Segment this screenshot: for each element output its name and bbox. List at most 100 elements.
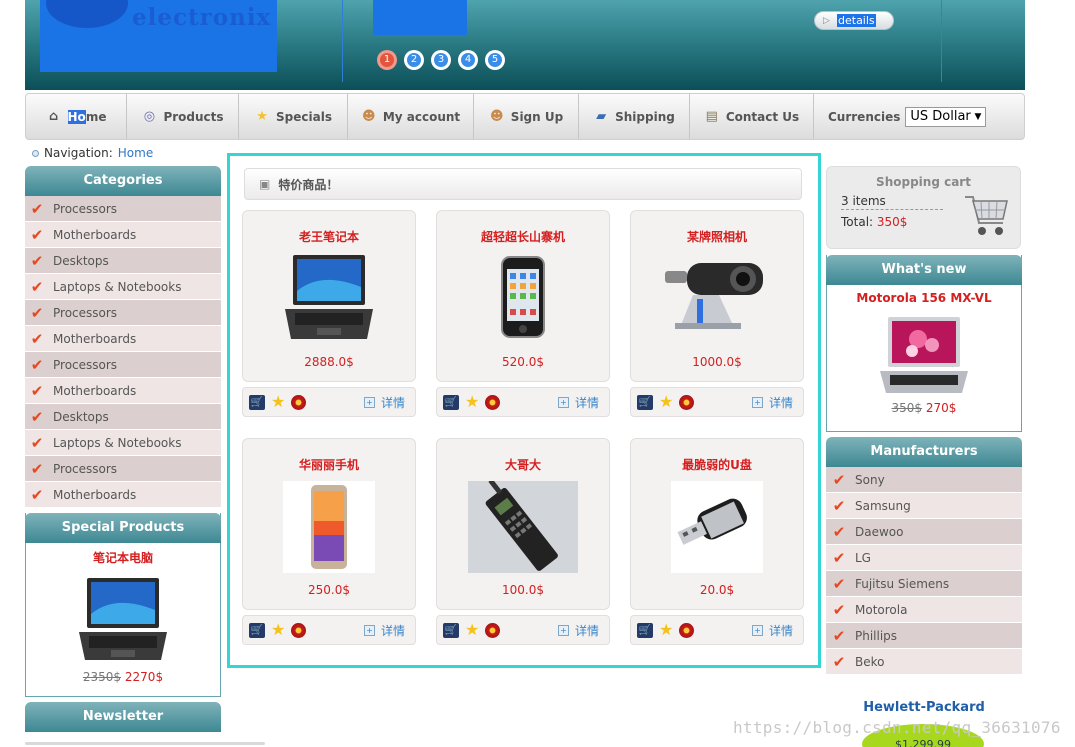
category-item[interactable]: ✔ Processors — [25, 300, 221, 326]
add-to-cart-icon[interactable]: 🛒 — [249, 394, 265, 410]
add-to-cart-icon[interactable]: 🛒 — [443, 394, 459, 410]
add-to-cart-icon[interactable]: 🛒 — [443, 622, 459, 638]
product-name[interactable]: 某牌照相机 — [631, 228, 803, 245]
category-item[interactable]: ✔ Laptops & Notebooks — [25, 274, 221, 300]
manufacturer-label: Fujitsu Siemens — [855, 576, 950, 591]
site-logo[interactable]: electronix — [40, 0, 277, 72]
nav-contact-us[interactable]: ▤ Contact Us — [690, 94, 814, 139]
shopping-cart-title[interactable]: Shopping cart — [827, 175, 1020, 189]
manufacturer-item[interactable]: ✔ Beko — [826, 649, 1022, 675]
nav-home-label: Home — [67, 109, 106, 124]
category-item[interactable]: ✔ Processors — [25, 456, 221, 482]
details-label: 详情 — [768, 395, 793, 410]
product-name[interactable]: 最脆弱的U盘 — [631, 456, 803, 473]
product-image[interactable] — [500, 255, 546, 342]
nav-products[interactable]: ◎ Products — [127, 94, 239, 139]
manufacturer-item[interactable]: ✔ Samsung — [826, 493, 1022, 519]
favorite-star-icon[interactable]: ★ — [465, 622, 479, 638]
whats-new-product-name[interactable]: Motorola 156 MX-VL — [827, 291, 1021, 305]
details-button[interactable]: ▷ details — [814, 11, 894, 30]
product-name[interactable]: 大哥大 — [437, 456, 609, 473]
category-item[interactable]: ✔ Desktops — [25, 404, 221, 430]
special-product-name[interactable]: 笔记本电脑 — [26, 549, 220, 566]
rose-icon[interactable] — [291, 622, 307, 638]
rose-icon[interactable] — [679, 622, 695, 638]
slide-dot-1[interactable]: 1 — [377, 50, 397, 70]
dropdown-arrow-icon: ▼ — [974, 111, 982, 122]
nav-sign-up[interactable]: ☻ Sign Up — [474, 94, 579, 139]
manufacturer-item[interactable]: ✔ Fujitsu Siemens — [826, 571, 1022, 597]
rose-icon[interactable] — [679, 394, 695, 410]
add-to-cart-icon[interactable]: 🛒 — [637, 394, 653, 410]
category-item[interactable]: ✔ Motherboards — [25, 482, 221, 508]
nav-home[interactable]: ⌂ Home — [26, 94, 127, 139]
product-name[interactable]: 华丽丽手机 — [243, 456, 415, 473]
product-image[interactable] — [468, 478, 578, 576]
details-icon: + — [751, 624, 763, 636]
category-item[interactable]: ✔ Desktops — [25, 248, 221, 274]
details-link[interactable]: + 详情 — [363, 394, 405, 411]
add-to-cart-icon[interactable]: 🛒 — [249, 622, 265, 638]
bullet-icon — [32, 149, 39, 157]
whats-new-product-image[interactable] — [827, 313, 1021, 399]
special-product-image[interactable] — [26, 574, 220, 666]
details-link[interactable]: + 详情 — [363, 622, 405, 639]
product-image[interactable] — [663, 259, 771, 336]
nav-my-account[interactable]: ☻ My account — [348, 94, 474, 139]
manufacturer-item[interactable]: ✔ Phillips — [826, 623, 1022, 649]
add-to-cart-icon[interactable]: 🛒 — [637, 622, 653, 638]
favorite-star-icon[interactable]: ★ — [659, 622, 673, 638]
check-icon: ✔ — [30, 459, 44, 478]
category-item[interactable]: ✔ Laptops & Notebooks — [25, 430, 221, 456]
breadcrumb-home-link[interactable]: Home — [118, 146, 153, 160]
promo-product-name[interactable]: Hewlett-Packard — [826, 700, 1022, 715]
breadcrumb-label: Navigation: — [44, 146, 113, 160]
slide-dot-5[interactable]: 5 — [485, 50, 505, 70]
product-name[interactable]: 老王笔记本 — [243, 228, 415, 245]
horizontal-scrollbar[interactable] — [25, 742, 265, 745]
product-card[interactable]: 某牌照相机 1000.0$ — [630, 210, 804, 382]
rose-icon[interactable] — [291, 394, 307, 410]
slide-dot-3[interactable]: 3 — [431, 50, 451, 70]
manufacturer-item[interactable]: ✔ Daewoo — [826, 519, 1022, 545]
manufacturer-item[interactable]: ✔ Sony — [826, 467, 1022, 493]
manufacturer-item[interactable]: ✔ Motorola — [826, 597, 1022, 623]
category-item[interactable]: ✔ Motherboards — [25, 222, 221, 248]
currency-select[interactable]: US Dollar ▼ — [905, 106, 987, 127]
product-card[interactable]: 老王笔记本 2888.0$ — [242, 210, 416, 382]
rose-icon[interactable] — [485, 622, 501, 638]
category-item[interactable]: ✔ Processors — [25, 352, 221, 378]
rose-icon[interactable] — [485, 394, 501, 410]
header-divider — [941, 0, 942, 82]
category-item[interactable]: ✔ Processors — [25, 196, 221, 222]
details-link[interactable]: + 详情 — [751, 394, 793, 411]
manufacturer-item[interactable]: ✔ LG — [826, 545, 1022, 571]
nav-specials[interactable]: ★ Specials — [239, 94, 348, 139]
product-image[interactable] — [671, 481, 763, 576]
product-card[interactable]: 最脆弱的U盘 20.0$ — [630, 438, 804, 610]
details-icon: + — [557, 624, 569, 636]
slide-dot-4[interactable]: 4 — [458, 50, 478, 70]
product-image[interactable] — [281, 253, 377, 348]
product-price: 20.0$ — [699, 583, 735, 597]
check-icon: ✔ — [30, 303, 44, 322]
category-item[interactable]: ✔ Motherboards — [25, 326, 221, 352]
category-item[interactable]: ✔ Motherboards — [25, 378, 221, 404]
details-link[interactable]: + 详情 — [557, 394, 599, 411]
favorite-star-icon[interactable]: ★ — [271, 394, 285, 410]
details-link[interactable]: + 详情 — [557, 622, 599, 639]
slide-dot-2[interactable]: 2 — [404, 50, 424, 70]
product-actions: 🛒 ★ + 详情 — [242, 615, 416, 645]
product-card[interactable]: 大哥大 100.0$ — [436, 438, 610, 610]
shopping-cart-icon[interactable] — [963, 191, 1009, 241]
favorite-star-icon[interactable]: ★ — [659, 394, 673, 410]
nav-shipping[interactable]: ▰ Shipping — [579, 94, 690, 139]
product-card[interactable]: 华丽丽手机 250.0$ — [242, 438, 416, 610]
favorite-star-icon[interactable]: ★ — [465, 394, 479, 410]
product-card[interactable]: 超轻超长山寨机 520.0$ — [436, 210, 610, 382]
product-name[interactable]: 超轻超长山寨机 — [437, 228, 609, 245]
nav-contact-label: Contact Us — [725, 109, 800, 124]
details-link[interactable]: + 详情 — [751, 622, 793, 639]
product-image[interactable] — [283, 481, 375, 576]
favorite-star-icon[interactable]: ★ — [271, 622, 285, 638]
